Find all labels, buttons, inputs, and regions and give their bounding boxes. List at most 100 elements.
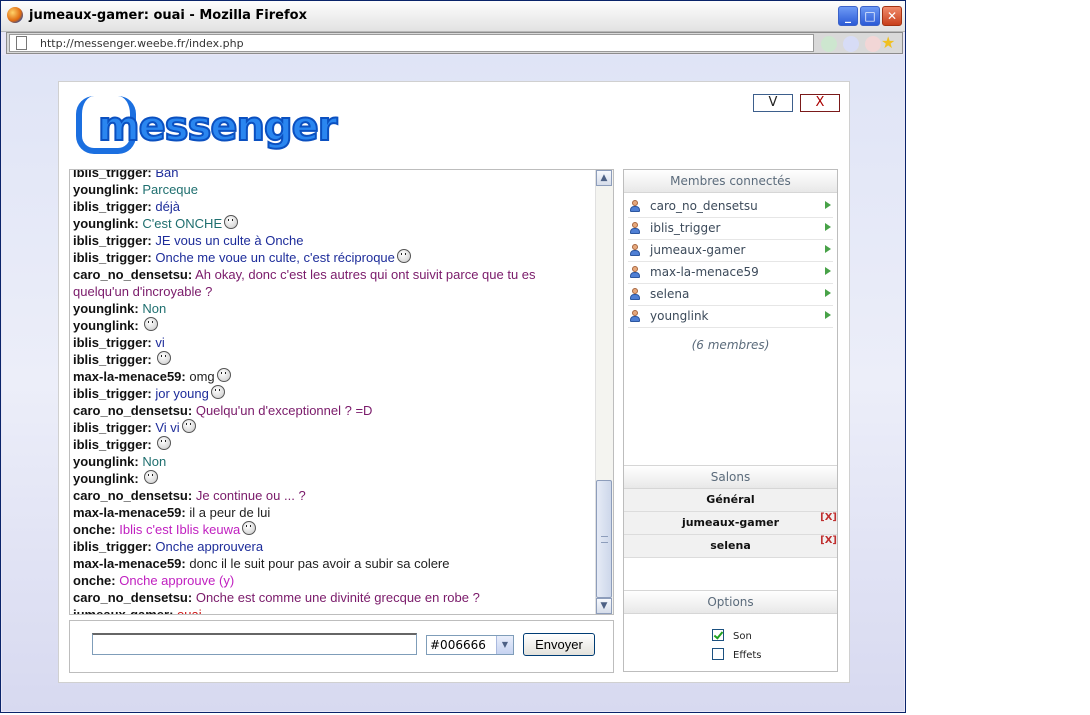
color-select[interactable]: #006666 ▼ [426, 635, 514, 655]
message-text: Je continue ou ... ? [195, 488, 306, 503]
close-window-button[interactable]: ✕ [882, 6, 902, 26]
arrow-right-icon[interactable] [825, 289, 831, 297]
chat-message: younglink: [73, 317, 591, 334]
arrow-right-icon[interactable] [825, 311, 831, 319]
room-item[interactable]: jumeaux-gamer [X] [624, 512, 837, 535]
message-nick: iblis_trigger: [73, 169, 152, 180]
minimize-chat-button[interactable]: V [753, 94, 793, 112]
member-item[interactable]: caro_no_densetsu [628, 197, 833, 218]
close-chat-button[interactable]: X [800, 94, 840, 112]
chat-message: caro_no_densetsu: Onche est comme une di… [73, 589, 591, 606]
member-item[interactable]: max-la-menace59 [628, 263, 833, 284]
checkbox[interactable] [712, 629, 724, 641]
checkbox[interactable] [712, 648, 724, 660]
option-label: Son [733, 631, 752, 642]
message-text: Parceque [142, 182, 198, 197]
message-text: Iblis c'est Iblis keuwa [119, 522, 241, 537]
smiley-icon [157, 351, 172, 365]
room-name: jumeaux-gamer [681, 516, 780, 529]
chat-scrollbar[interactable]: ▲ ▼ [595, 170, 613, 614]
chat-message: iblis_trigger: [73, 351, 591, 368]
chat-message: caro_no_densetsu: Quelqu'un d'exceptionn… [73, 402, 591, 419]
message-nick: caro_no_densetsu: [73, 488, 193, 503]
maximize-button[interactable]: □ [860, 6, 880, 26]
arrow-right-icon[interactable] [825, 245, 831, 253]
message-nick: iblis_trigger: [73, 386, 152, 401]
scroll-thumb[interactable] [596, 480, 612, 598]
chat-message: iblis_trigger: jor young [73, 385, 591, 402]
chat-message: younglink: C'est ONCHE [73, 215, 591, 232]
message-nick: iblis_trigger: [73, 539, 152, 554]
smiley-icon [144, 470, 159, 484]
address-bar: http://messenger.weebe.fr/index.php ★ [6, 32, 903, 54]
minimize-button[interactable]: _ [838, 6, 858, 26]
message-nick: iblis_trigger: [73, 199, 152, 214]
message-text: déjà [155, 199, 180, 214]
member-name: jumeaux-gamer [650, 243, 746, 257]
close-room-button[interactable]: [X] [820, 535, 837, 546]
message-text: Onche est comme une divinité grecque en … [195, 590, 480, 605]
member-item[interactable]: jumeaux-gamer [628, 241, 833, 262]
message-text: Bah [155, 169, 179, 180]
message-nick: max-la-menace59: [73, 505, 186, 520]
arrow-right-icon[interactable] [825, 223, 831, 231]
chat-message: younglink: [73, 470, 591, 487]
message-nick: iblis_trigger: [73, 352, 152, 367]
scroll-up-button[interactable]: ▲ [596, 170, 612, 186]
member-item[interactable]: younglink [628, 307, 833, 328]
message-nick: max-la-menace59: [73, 369, 186, 384]
room-item[interactable]: Général [624, 489, 837, 512]
message-text: il a peur de lui [189, 505, 271, 520]
title-bar[interactable]: jumeaux-gamer: ouai - Mozilla Firefox _ … [1, 1, 905, 32]
send-button[interactable]: Envoyer [523, 633, 595, 656]
message-text: Quelqu'un d'exceptionnel ? =D [195, 403, 373, 418]
chat-message: younglink: Non [73, 300, 591, 317]
user-icon [630, 288, 640, 300]
chevron-down-icon[interactable]: ▼ [496, 636, 513, 654]
message-text: vi [155, 335, 165, 350]
member-name: selena [650, 287, 690, 301]
toolbar-decoration [843, 36, 859, 52]
members-header: Membres connectés [624, 170, 837, 193]
arrow-right-icon[interactable] [825, 201, 831, 209]
message-input[interactable] [92, 633, 417, 655]
url-text: http://messenger.weebe.fr/index.php [40, 37, 244, 50]
message-text: Vi vi [155, 420, 180, 435]
user-icon [630, 244, 640, 256]
smiley-icon [216, 368, 231, 382]
toolbar-decoration [865, 36, 881, 52]
message-text: Non [142, 301, 167, 316]
user-icon [630, 310, 640, 322]
message-text: Onche me voue un culte, c'est réciproque [155, 250, 395, 265]
message-input-row: #006666 ▼ Envoyer [69, 620, 614, 673]
bookmark-star-icon[interactable]: ★ [881, 33, 895, 52]
chat-message: jumeaux-gamer: ouai [73, 606, 591, 615]
messenger-logo: messenger [76, 96, 339, 156]
arrow-right-icon[interactable] [825, 267, 831, 275]
chat-message: younglink: Non [73, 453, 591, 470]
close-room-button[interactable]: [X] [820, 512, 837, 523]
smiley-icon [242, 521, 257, 535]
chat-log[interactable]: iblis_trigger: Bah younglink: Parceque ibl… [69, 169, 614, 615]
message-nick: jumeaux-gamer: [73, 607, 174, 615]
url-field[interactable]: http://messenger.weebe.fr/index.php [9, 34, 814, 52]
logo-text: messenger [97, 103, 339, 151]
color-select-value: #006666 [430, 638, 486, 652]
member-name: iblis_trigger [650, 221, 721, 235]
chat-message: max-la-menace59: omg [73, 368, 591, 385]
scroll-down-button[interactable]: ▼ [596, 598, 612, 614]
message-list: iblis_trigger: Bah younglink: Parceque ibl… [73, 169, 591, 615]
message-nick: max-la-menace59: [73, 556, 186, 571]
member-item[interactable]: selena [628, 285, 833, 306]
message-text: ouai [177, 607, 202, 615]
member-list: caro_no_densetsu iblis_trigger jumeaux-gam… [628, 197, 833, 329]
smiley-icon [144, 317, 159, 331]
chat-message: iblis_trigger: Onche me voue un culte, c… [73, 249, 591, 266]
user-icon [630, 266, 640, 278]
member-item[interactable]: iblis_trigger [628, 219, 833, 240]
browser-window: jumeaux-gamer: ouai - Mozilla Firefox _ … [0, 0, 906, 713]
message-nick: iblis_trigger: [73, 250, 152, 265]
chat-message: max-la-menace59: donc il le suit pour pa… [73, 555, 591, 572]
chat-message: iblis_trigger: Bah [73, 169, 591, 181]
room-item[interactable]: selena [X] [624, 535, 837, 558]
